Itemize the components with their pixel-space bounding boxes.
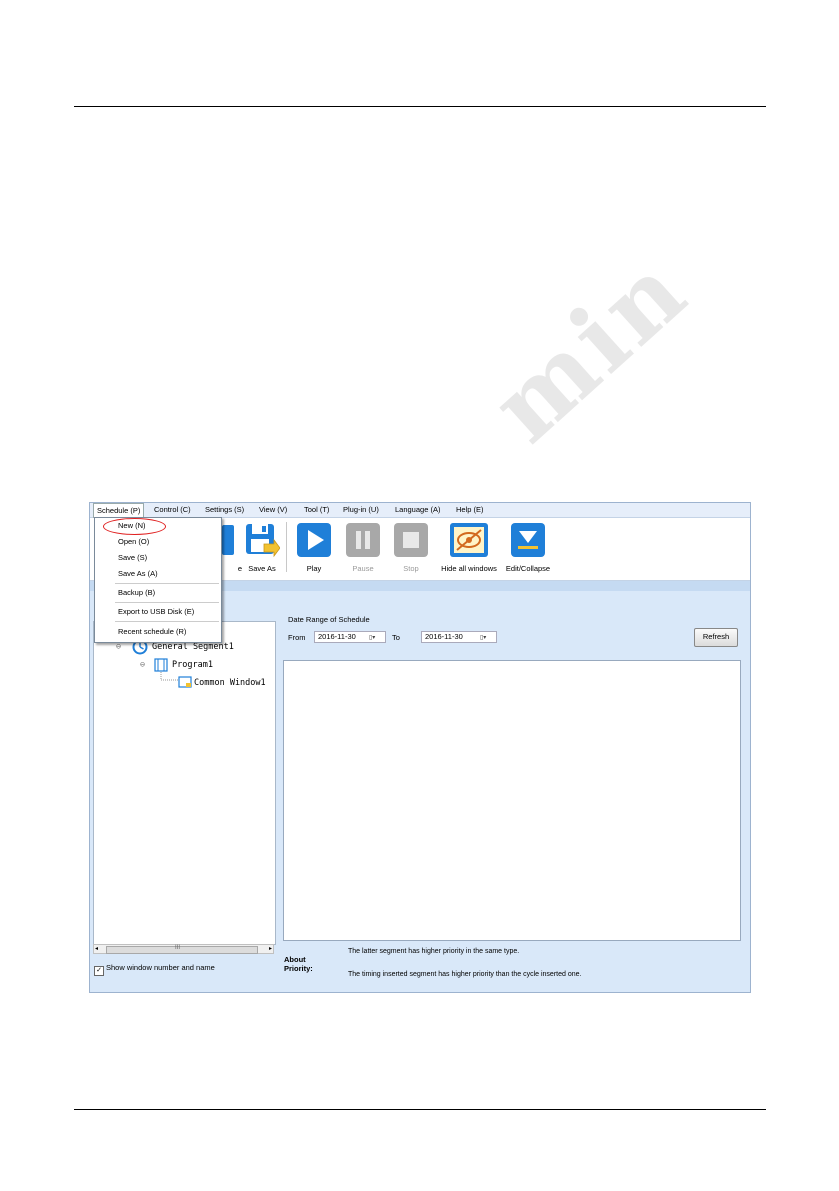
play-label: Play (306, 564, 322, 573)
stop-icon (393, 522, 429, 558)
to-date-value: 2016-11-30 (425, 632, 463, 641)
tree-expander-program[interactable]: ⊖ (140, 660, 145, 670)
menu-language[interactable]: Language (A) (392, 503, 443, 517)
menu-tool[interactable]: Tool (T) (301, 503, 332, 517)
tree-horizontal-scrollbar[interactable]: ◂ III ▸ (93, 944, 274, 954)
from-label: From (288, 633, 306, 642)
play-icon (296, 522, 332, 558)
film-icon (154, 658, 168, 672)
to-date-picker[interactable]: 2016-11-30 ▯▾ (421, 631, 497, 643)
scroll-left-arrow-icon[interactable]: ◂ (95, 945, 98, 952)
window-icon (178, 676, 192, 688)
priority-note-2: The timing inserted segment has higher p… (348, 971, 582, 978)
collapse-icon (510, 522, 546, 558)
to-label: To (392, 633, 400, 642)
hide-all-windows-button[interactable]: Hide all windows (440, 522, 498, 573)
header-rule (74, 106, 766, 107)
menu-control[interactable]: Control (C) (151, 503, 194, 517)
about-priority-label: About Priority: (284, 955, 313, 973)
save-as-icon (244, 522, 281, 558)
pause-icon (345, 522, 381, 558)
calendar-dropdown-icon[interactable]: ▯▾ (369, 633, 383, 641)
menu-item-export-usb[interactable]: Export to USB Disk (E) (118, 607, 194, 616)
menu-separator (115, 583, 219, 584)
hide-windows-icon (449, 522, 489, 558)
menu-view[interactable]: View (V) (256, 503, 290, 517)
edit-collapse-button[interactable]: Edit/Collapse (500, 522, 556, 573)
watermark: min (470, 232, 709, 464)
menu-item-backup[interactable]: Backup (B) (118, 588, 155, 597)
play-button[interactable]: Play (286, 522, 342, 573)
tree-expander-segment[interactable]: ⊖ (116, 642, 121, 652)
menu-schedule[interactable]: Schedule (P) (93, 503, 145, 518)
app-window: Schedule (P) Control (C) Settings (S) Vi… (89, 502, 751, 993)
menu-separator (115, 621, 219, 622)
tree-connector (160, 672, 178, 681)
stop-button[interactable]: Stop (383, 522, 439, 573)
edit-collapse-label: Edit/Collapse (505, 564, 551, 573)
menu-item-new[interactable]: New (N) (118, 521, 146, 530)
menu-separator (115, 602, 219, 603)
menu-item-save[interactable]: Save (S) (118, 553, 147, 562)
scrollbar-grip: III (175, 945, 181, 951)
schedule-dropdown-menu: New (N) Open (O) Save (S) Save As (A) Ba… (94, 517, 222, 643)
scrollbar-thumb[interactable]: III (106, 945, 258, 954)
save-as-button[interactable]: Save As (234, 522, 290, 573)
tree-item-program[interactable]: Program1 (172, 660, 213, 670)
from-date-value: 2016-11-30 (318, 632, 356, 641)
menu-item-recent-schedule[interactable]: Recent schedule (R) (118, 627, 186, 636)
scroll-right-arrow-icon[interactable]: ▸ (269, 945, 272, 952)
show-window-number-checkbox[interactable]: ✓ (94, 966, 104, 976)
menu-item-save-as[interactable]: Save As (A) (118, 569, 158, 578)
menubar: Schedule (P) Control (C) Settings (S) Vi… (90, 503, 750, 518)
menu-plugin[interactable]: Plug-in (U) (340, 503, 382, 517)
priority-note-1: The latter segment has higher priority i… (348, 948, 520, 955)
refresh-button[interactable]: Refresh (694, 628, 738, 647)
schedule-timeline-area[interactable] (283, 660, 741, 941)
save-as-label: Save As (248, 564, 276, 573)
menu-help[interactable]: Help (E) (453, 503, 487, 517)
menu-settings[interactable]: Settings (S) (202, 503, 247, 517)
footer-rule (74, 1109, 766, 1110)
hide-all-windows-label: Hide all windows (441, 564, 497, 573)
date-range-title: Date Range of Schedule (288, 615, 370, 624)
schedule-tree-pane[interactable]: ⊖ General Segment1 ⊖ Program1 Common Win… (93, 621, 276, 945)
tree-item-general-segment[interactable]: General Segment1 (152, 642, 234, 652)
stop-label: Stop (403, 564, 419, 573)
from-date-picker[interactable]: 2016-11-30 ▯▾ (314, 631, 386, 643)
show-window-number-label: Show window number and name (106, 963, 215, 972)
tree-item-common-window[interactable]: Common Window1 (194, 678, 266, 688)
calendar-dropdown-icon[interactable]: ▯▾ (480, 633, 494, 641)
menu-item-open[interactable]: Open (O) (118, 537, 149, 546)
